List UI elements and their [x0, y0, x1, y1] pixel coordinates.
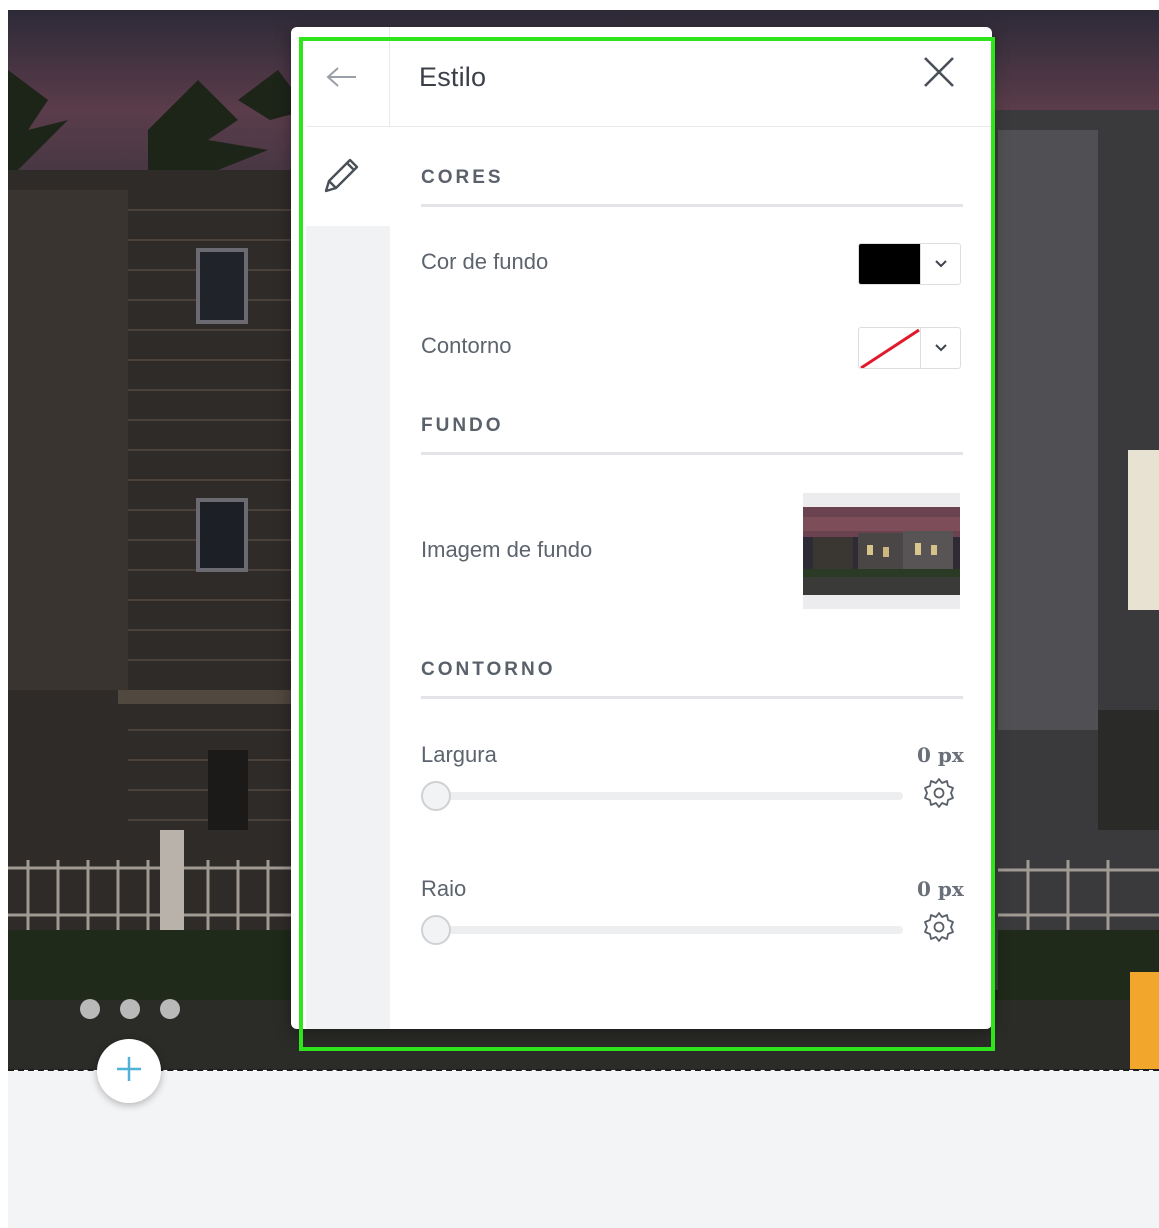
outline-radius-slider[interactable]	[436, 926, 903, 934]
section-divider	[421, 696, 963, 699]
slide-dot[interactable]	[160, 999, 180, 1019]
outline-width-value: 0 px	[917, 743, 964, 767]
section-divider	[421, 204, 963, 207]
slide-dot[interactable]	[120, 999, 140, 1019]
background-color-label: Cor de fundo	[421, 249, 549, 274]
section-heading-fundo: FUNDO	[421, 415, 504, 436]
section-heading-cores: CORES	[421, 167, 504, 188]
next-section-area	[8, 1071, 1159, 1228]
section-divider	[421, 452, 963, 455]
outline-width-label: Largura	[421, 742, 497, 767]
outline-radius-label: Raio	[421, 876, 467, 901]
outline-color-picker[interactable]	[858, 327, 961, 369]
close-button[interactable]	[919, 54, 959, 94]
background-color-picker[interactable]	[858, 243, 961, 285]
chevron-down-icon	[921, 244, 960, 284]
gear-icon	[923, 911, 955, 948]
background-image-thumbnail[interactable]	[803, 493, 960, 609]
slide-indicator	[80, 999, 180, 1019]
background-image-label: Imagem de fundo	[421, 537, 593, 562]
outline-radius-value: 0 px	[917, 877, 964, 901]
back-button[interactable]	[324, 64, 360, 94]
background-color-swatch	[859, 244, 921, 284]
outline-radius-settings-button[interactable]	[922, 911, 956, 948]
outline-width-slider-thumb[interactable]	[421, 781, 451, 811]
outline-color-label: Contorno	[421, 333, 512, 358]
header-divider	[306, 126, 992, 127]
section-heading-contorno: CONTORNO	[421, 659, 556, 680]
orange-side-tab[interactable]	[1130, 972, 1159, 1069]
chevron-down-icon	[921, 328, 960, 368]
outline-width-settings-button[interactable]	[922, 777, 956, 814]
pencil-tab-button[interactable]	[318, 155, 364, 201]
close-icon	[922, 55, 956, 94]
add-section-button[interactable]	[97, 1039, 161, 1103]
style-panel: Estilo CORES Cor de fundo Contorno FUNDO…	[291, 27, 992, 1029]
panel-title: Estilo	[419, 62, 487, 92]
outline-width-slider[interactable]	[436, 792, 903, 800]
gear-icon	[923, 777, 955, 814]
plus-icon	[114, 1054, 144, 1089]
arrow-left-icon	[325, 65, 359, 94]
no-color-swatch	[859, 328, 921, 368]
pencil-icon	[320, 155, 362, 202]
outline-radius-slider-thumb[interactable]	[421, 915, 451, 945]
slide-dot[interactable]	[80, 999, 100, 1019]
